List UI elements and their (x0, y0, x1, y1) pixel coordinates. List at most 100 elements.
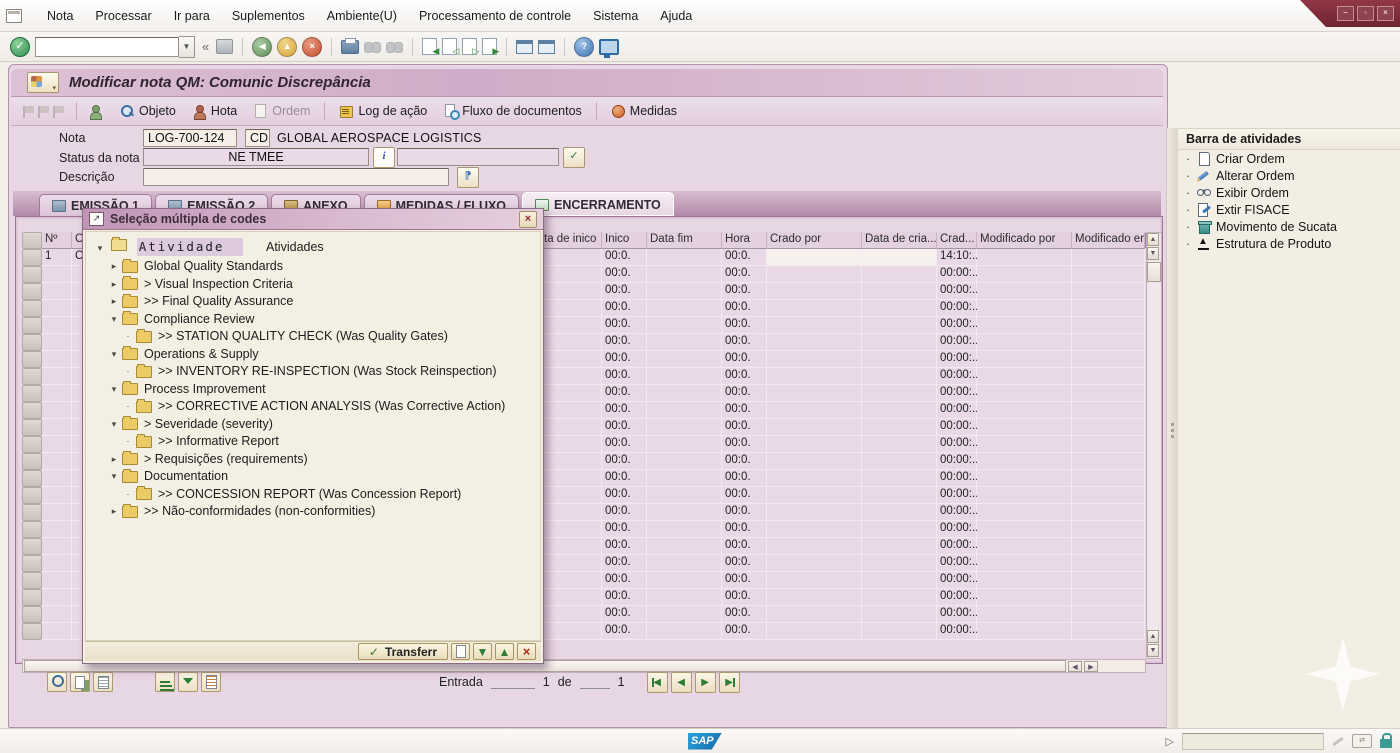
row-selector[interactable] (22, 606, 42, 623)
expander-icon[interactable]: ▾ (108, 416, 120, 434)
last-entry-icon[interactable]: ▶ (718, 671, 740, 693)
filter-icon[interactable] (178, 672, 198, 692)
row-selector[interactable] (22, 351, 42, 368)
app-toolbar-button[interactable]: Hota (186, 102, 243, 120)
row-selector[interactable] (22, 300, 42, 317)
entry-current[interactable]: 1 (543, 675, 550, 689)
row-selector[interactable] (22, 453, 42, 470)
expander-icon[interactable]: ▾ (108, 468, 120, 486)
tree-item[interactable]: ▾ Operations & Supply (94, 346, 540, 364)
app-toolbar-button[interactable]: Log de ação (333, 102, 433, 120)
expander-icon[interactable]: ▸ (108, 276, 120, 294)
row-selector[interactable] (22, 555, 42, 572)
sort-icon[interactable] (155, 672, 175, 692)
expander-icon[interactable]: ▾ (108, 311, 120, 329)
descricao-input[interactable] (143, 168, 449, 186)
transfer-button[interactable]: ✓ Transferr (357, 643, 448, 660)
expander-icon[interactable]: ▾ (108, 381, 120, 399)
shortcut-icon[interactable] (538, 39, 556, 54)
expander-icon[interactable]: ▸ (108, 293, 120, 311)
dialog-title-bar[interactable]: ↗ Seleção múltipla de codes × (83, 209, 543, 230)
previous-entry-icon[interactable]: ◀ (670, 671, 692, 693)
tree-item[interactable]: ▾ Compliance Review (94, 311, 540, 329)
log-icon[interactable] (201, 672, 221, 692)
entry-field-line[interactable] (490, 676, 535, 689)
menu-item[interactable]: Ajuda (649, 5, 703, 27)
find-icon[interactable] (364, 41, 382, 53)
row-selector[interactable] (22, 385, 42, 402)
tree-root-row[interactable]: ▾ Atividade Atividades (94, 237, 540, 257)
tree-root-code[interactable]: Atividade (136, 238, 243, 256)
row-selector[interactable] (22, 249, 42, 266)
menu-item[interactable]: Nota (36, 5, 84, 27)
expand-subtree-icon[interactable]: ▼ (473, 643, 492, 660)
row-selector[interactable] (22, 623, 42, 640)
maximize-button[interactable]: ▫ (1357, 6, 1374, 21)
app-toolbar-button[interactable]: Medidas (605, 102, 683, 120)
last-page-icon[interactable]: ▶ (482, 38, 499, 56)
tree-item[interactable]: · >> Informative Report (94, 433, 540, 451)
status-input[interactable]: NE TMEE (143, 148, 369, 166)
expander-icon[interactable]: · (122, 433, 134, 451)
row-selector[interactable] (22, 487, 42, 504)
tree-item[interactable]: ▸ >> Final Quality Assurance (94, 293, 540, 311)
activity-item[interactable]: · Exibir Ordem (1178, 184, 1400, 201)
activity-item[interactable]: · Movimento de Sucata (1178, 218, 1400, 235)
row-selector[interactable] (22, 572, 42, 589)
tree-item[interactable]: · >> INVENTORY RE-INSPECTION (Was Stock … (94, 363, 540, 381)
find-next-icon[interactable] (386, 41, 404, 53)
row-selector[interactable] (22, 283, 42, 300)
scroll-down-icon[interactable]: ▼ (1147, 644, 1159, 657)
column-header[interactable]: Crado por (767, 232, 862, 249)
scroll-down-icon[interactable]: ▼ (1147, 247, 1159, 260)
next-entry-icon[interactable]: ▶ (694, 671, 716, 693)
activity-item[interactable]: · Extir FISACE (1178, 201, 1400, 218)
expander-icon[interactable]: ▸ (108, 503, 120, 521)
new-session-icon[interactable] (516, 39, 534, 54)
tree-item[interactable]: · >> CORRECTIVE ACTION ANALYSIS (Was Cor… (94, 398, 540, 416)
menu-item[interactable]: Processamento de controle (408, 5, 582, 27)
scrollbar-thumb[interactable] (1147, 262, 1161, 282)
row-selector[interactable] (22, 266, 42, 283)
exit-icon[interactable]: ▲ (277, 36, 298, 57)
menu-item[interactable]: Suplementos (221, 5, 316, 27)
set-status-button[interactable]: ✓ (563, 147, 585, 168)
first-page-icon[interactable]: ◀ (422, 38, 439, 56)
row-selector[interactable] (22, 419, 42, 436)
app-toolbar-button[interactable] (85, 102, 110, 120)
expander-icon[interactable]: · (122, 398, 134, 416)
tree-item[interactable]: ▸ > Requisições (requirements) (94, 451, 540, 469)
scroll-up-icon[interactable]: ▲ (1147, 233, 1159, 246)
column-header[interactable]: Data de cria... (862, 232, 937, 249)
entry-field-line[interactable] (579, 676, 610, 689)
enter-check-icon[interactable]: ✓ (10, 36, 30, 57)
collapse-chevrons-icon[interactable]: « (200, 39, 211, 54)
menu-item[interactable]: Ambiente(U) (316, 5, 408, 27)
cancel-icon[interactable]: × (517, 643, 536, 660)
status-extra-input[interactable] (397, 148, 559, 166)
menu-item[interactable]: Ir para (163, 5, 221, 27)
command-dropdown-icon[interactable]: ▼ (179, 35, 195, 58)
column-header[interactable]: Modificado por (977, 232, 1072, 249)
tree-item[interactable]: ▾ Process Improvement (94, 381, 540, 399)
row-selector[interactable] (22, 589, 42, 606)
app-toolbar-button[interactable] (595, 102, 597, 120)
row-selector[interactable] (22, 436, 42, 453)
column-header[interactable]: Nº (42, 232, 72, 249)
select-all-cell[interactable] (22, 232, 42, 249)
expander-icon[interactable]: ▾ (108, 346, 120, 364)
row-selector[interactable] (22, 334, 42, 351)
tree-item[interactable]: ▾ Documentation (94, 468, 540, 486)
nota-input[interactable]: LOG-700-124 (143, 129, 237, 147)
row-selector[interactable] (22, 538, 42, 555)
command-input[interactable] (35, 36, 179, 57)
expander-icon[interactable]: · (122, 328, 134, 346)
system-menu-icon[interactable] (6, 8, 22, 23)
document-icon[interactable] (93, 672, 113, 692)
minimize-button[interactable]: – (1337, 6, 1354, 21)
expander-icon[interactable]: ▸ (108, 258, 120, 276)
info-document-icon[interactable] (451, 643, 470, 660)
row-selector[interactable] (22, 368, 42, 385)
status-info-button[interactable]: i (373, 147, 395, 168)
nota-code-input[interactable]: CD (245, 129, 270, 147)
